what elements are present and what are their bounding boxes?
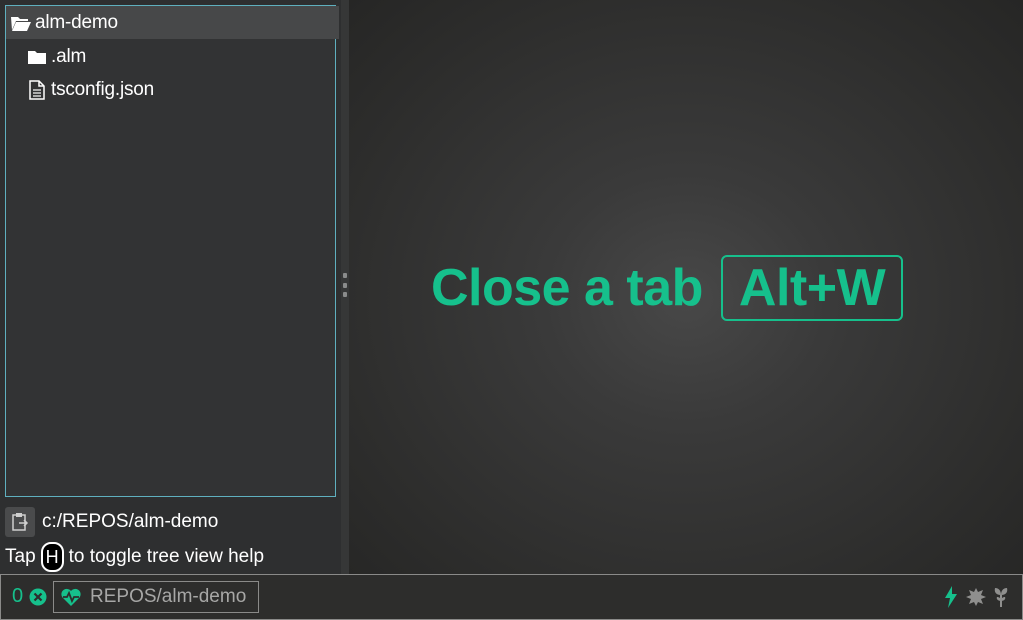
tree-help-hint: Tap H to toggle tree view help (5, 541, 264, 573)
tip-shortcut-key: Alt+W (720, 255, 904, 321)
tree-item-label: alm-demo (35, 11, 118, 33)
tree-item-root[interactable]: alm-demo (6, 6, 339, 39)
error-close-icon[interactable] (29, 588, 47, 606)
clipboard-icon (12, 513, 29, 531)
heartbeat-icon (60, 587, 82, 607)
help-key: H (40, 542, 64, 572)
folder-open-icon (10, 12, 32, 34)
folder-icon (26, 46, 48, 68)
copy-path-button[interactable] (5, 507, 35, 537)
active-project-button[interactable]: REPOS/alm-demo (53, 581, 259, 613)
status-bar: 0 REPOS/alm-demo (0, 574, 1023, 620)
sidebar: alm-demo .alm tsconfig.json c:/REPOS/alm… (0, 0, 341, 574)
error-count[interactable]: 0 (12, 585, 23, 608)
tree-item-alm-folder[interactable]: .alm (6, 40, 355, 73)
tip-text: Close a tab (431, 259, 703, 317)
shortcut-tip: Close a tab Alt+W (431, 252, 904, 324)
tree-item-tsconfig[interactable]: tsconfig.json (6, 73, 355, 106)
bug-icon[interactable] (965, 585, 987, 609)
panel-splitter[interactable] (341, 0, 349, 574)
lightning-icon[interactable] (940, 585, 962, 609)
file-tree[interactable]: alm-demo .alm tsconfig.json (5, 5, 339, 497)
tree-item-label: tsconfig.json (51, 78, 155, 100)
app-window: alm-demo .alm tsconfig.json c:/REPOS/alm… (0, 0, 1023, 620)
drag-handle-icon[interactable] (343, 273, 347, 297)
sprout-icon[interactable] (990, 585, 1012, 609)
file-icon (26, 79, 48, 101)
path-label: c:/REPOS/alm-demo (42, 511, 219, 532)
help-suffix: to toggle tree view help (68, 546, 265, 567)
help-prefix: Tap (5, 546, 36, 567)
tree-item-label: .alm (51, 45, 87, 67)
current-path: c:/REPOS/alm-demo (5, 506, 218, 538)
editor-area: Close a tab Alt+W (349, 0, 1023, 574)
project-name: REPOS/alm-demo (90, 586, 247, 607)
